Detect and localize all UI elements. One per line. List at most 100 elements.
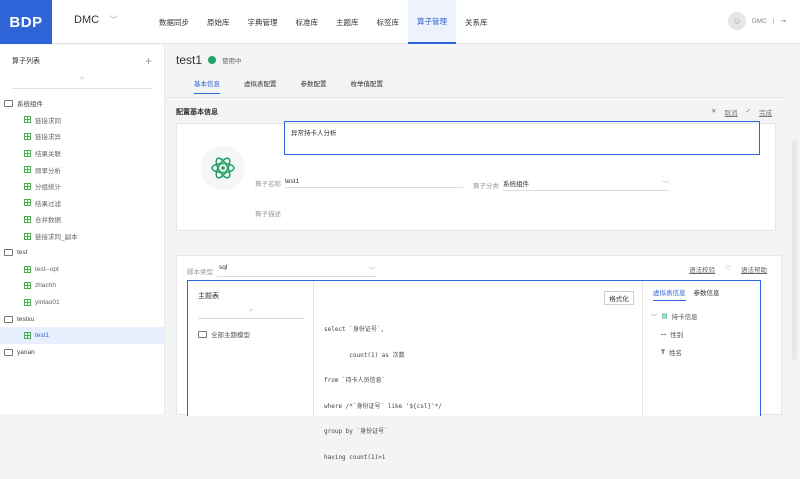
nav-item[interactable]: 数据同步 [150, 0, 198, 44]
sidebar-item-label: 合并数据 [35, 217, 61, 225]
add-icon[interactable]: + [145, 55, 152, 67]
sidebar-header: 算子列表 + [0, 45, 164, 73]
sidebar-item[interactable]: 频率分析 [0, 161, 164, 178]
sidebar-item[interactable]: yintao01 [0, 294, 164, 311]
avatar[interactable]: ☺ [728, 12, 747, 30]
chevron-down-icon: ﹀ [651, 314, 658, 321]
validate-syntax-link[interactable]: 语法校验 [689, 264, 715, 274]
code-line: having count(1)>1 [324, 453, 386, 461]
script-card: 脚本类型 sql ﹀ 语法校验 ♡ 语法帮助 主题表 ⌕ 全部主题模型 sele… [176, 255, 782, 461]
tab-param-info[interactable]: 参数信息 [694, 287, 720, 301]
separator: | [772, 17, 775, 25]
sidebar-item[interactable]: 分组统计 [0, 178, 164, 195]
table-panel: 主题表 ⌕ 全部主题模型 [188, 281, 314, 417]
sidebar-item[interactable]: 链接求同_副本 [0, 228, 164, 245]
nav-item[interactable]: 原始库 [198, 0, 239, 44]
operator-icon [24, 132, 31, 140]
sidebar-search-input[interactable]: ⌕ [12, 75, 152, 89]
table-panel-title: 主题表 [198, 293, 219, 300]
category-field: 算子分类 系统组件 ﹀ [473, 178, 669, 191]
code-area[interactable]: select `身份证号`, count(1) as 次数 from `持卡人员… [324, 309, 442, 479]
tab-basic-info[interactable]: 基本信息 [194, 78, 220, 94]
field-node[interactable]: ꟷ 性别 [661, 329, 683, 340]
nav-item[interactable]: 关系库 [456, 0, 497, 44]
sidebar-item[interactable]: 结果关联 [0, 145, 164, 162]
nav-item-operator-management[interactable]: 算子管理 [408, 0, 456, 44]
sidebar-item-label: 结果过滤 [35, 200, 61, 208]
operator-icon [24, 282, 31, 290]
done-button[interactable]: 完成 [759, 107, 772, 117]
sidebar-item-label: testxu [17, 315, 35, 323]
folder-icon [198, 330, 207, 338]
desc-label-wrap: 算子描述 [255, 208, 285, 218]
tab-virtual-table-info[interactable]: 虚拟表信息 [653, 287, 686, 301]
sidebar-item[interactable]: 合并数据 [0, 211, 164, 228]
chevron-down-icon: ﹀ [109, 15, 119, 25]
top-bar: BDP DMC ﹀ 数据同步 原始库 字典管理 标准库 主题库 标签库 算子管理… [0, 0, 800, 44]
sidebar-folder[interactable]: testxu [0, 311, 164, 328]
nav-item[interactable]: 标准库 [287, 0, 328, 44]
tab-enum-values[interactable]: 枚举值配置 [351, 78, 384, 94]
operator-icon [24, 332, 31, 340]
sidebar-item[interactable]: 结果过滤 [0, 195, 164, 212]
sidebar: 算子列表 + ⌕ 系统组件链接求同链接求异结果关联频率分析分组统计结果过滤合并数… [0, 45, 165, 414]
page-title: test1 [176, 53, 203, 67]
nav-item[interactable]: 标签库 [368, 0, 409, 44]
info-tabs: 虚拟表信息 参数信息 [653, 287, 720, 301]
sidebar-folder[interactable]: test [0, 244, 164, 261]
operator-tree: 系统组件链接求同链接求异结果关联频率分析分组统计结果过滤合并数据链接求同_副本t… [0, 95, 164, 361]
main-panel: test1 使用中 基本信息 虚拟表配置 参数配置 枚举值配置 配置基本信息 ✕… [166, 45, 800, 461]
sidebar-item-label: 结果关联 [35, 151, 61, 159]
brand-logo[interactable]: BDP [0, 0, 52, 44]
sidebar-item[interactable]: 链接求同 [0, 112, 164, 129]
nav-item[interactable]: 字典管理 [239, 0, 287, 44]
theme-model-item[interactable]: 全部主题模型 [198, 329, 250, 339]
code-line: select `身份证号`, [324, 326, 385, 333]
status-badge: 使用中 [222, 58, 242, 65]
folder-icon [4, 99, 13, 107]
status-icon [208, 56, 217, 64]
info-panel: 虚拟表信息 参数信息 ﹀ ▤ 持卡信息 ꟷ 性别 T 姓名 [642, 281, 760, 417]
operator-icon [24, 166, 31, 174]
sidebar-folder[interactable]: yanan [0, 344, 164, 361]
operator-icon [24, 199, 31, 207]
scrollbar[interactable] [792, 140, 797, 360]
cancel-button[interactable]: 取消 [725, 107, 738, 117]
folder-icon [4, 348, 13, 356]
sidebar-item-label: 链接求异 [35, 134, 61, 142]
nav-item[interactable]: 主题库 [327, 0, 368, 44]
check-icon[interactable]: ✓ [746, 107, 751, 117]
operator-icon [24, 232, 31, 240]
sidebar-item-label: test [17, 249, 28, 257]
operator-icon [24, 215, 31, 223]
user-menu[interactable]: ☺ DMC | ⇥ [728, 12, 786, 30]
sidebar-item-label: 链接求同 [35, 117, 61, 125]
sidebar-item-label: 频率分析 [35, 167, 61, 175]
table-search-input[interactable]: ⌕ [198, 307, 304, 319]
tab-parameters[interactable]: 参数配置 [301, 78, 327, 94]
workspace-selector[interactable]: DMC ﹀ [74, 13, 118, 26]
operator-icon [24, 265, 31, 273]
field-node-label: 姓名 [668, 350, 682, 357]
sidebar-folder[interactable]: 系统组件 [0, 95, 164, 112]
sidebar-item[interactable]: zhachh [0, 278, 164, 295]
tab-virtual-table[interactable]: 虚拟表配置 [244, 78, 277, 94]
name-input[interactable]: test1 [285, 178, 463, 188]
sidebar-item[interactable]: test--opt [0, 261, 164, 278]
tab-bar: 基本信息 虚拟表配置 参数配置 枚举值配置 [194, 78, 383, 94]
table-node[interactable]: ﹀ ▤ 持卡信息 [651, 311, 698, 321]
sidebar-item-label: 分组统计 [35, 184, 61, 192]
syntax-help-link[interactable]: 语法帮助 [741, 264, 767, 274]
logout-icon[interactable]: ⇥ [781, 17, 786, 25]
field-node[interactable]: T 姓名 [661, 347, 682, 358]
category-select[interactable]: 系统组件 ﹀ [503, 178, 669, 191]
sidebar-item[interactable]: test1 [0, 327, 164, 344]
description-textarea[interactable]: 异常持卡人分析 [284, 121, 760, 155]
sidebar-item[interactable]: 链接求异 [0, 128, 164, 145]
sidebar-item-label: yintao01 [35, 298, 60, 306]
format-button[interactable]: 格式化 [604, 291, 634, 305]
sql-editor: 主题表 ⌕ 全部主题模型 select `身份证号`, count(1) as … [187, 280, 761, 461]
script-type-select[interactable]: sql ﹀ [217, 264, 377, 277]
operator-icon [24, 298, 31, 306]
close-icon[interactable]: ✕ [711, 107, 716, 117]
